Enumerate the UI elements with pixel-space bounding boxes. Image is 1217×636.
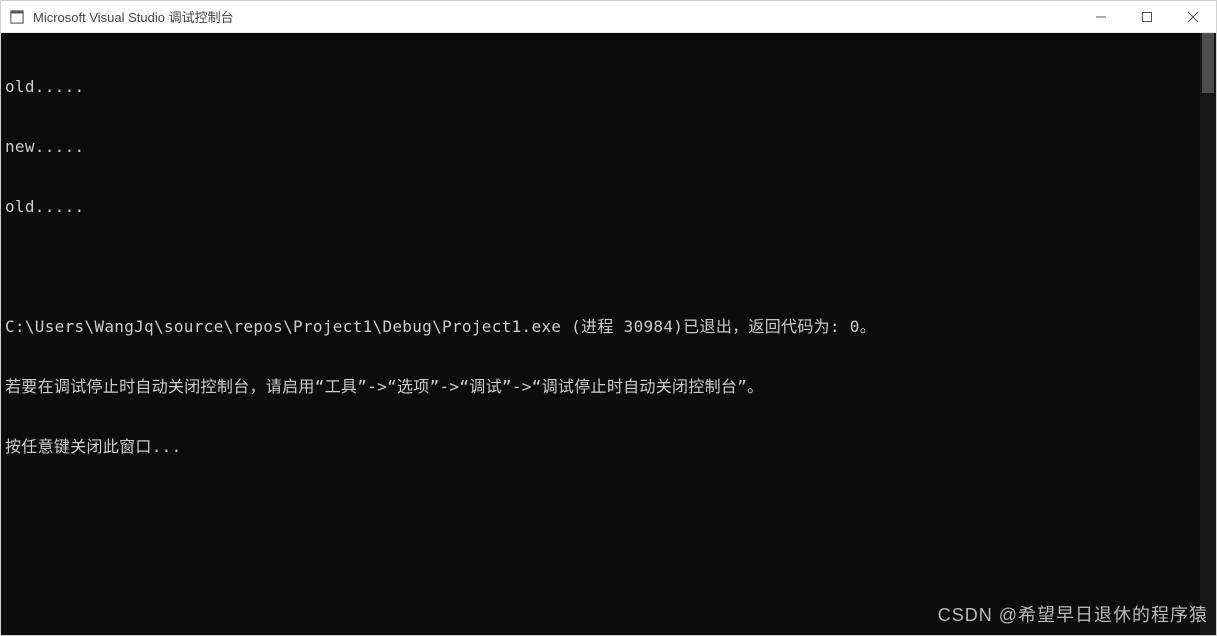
app-icon: [9, 9, 25, 25]
console-line: old.....: [5, 197, 1200, 217]
window-title: Microsoft Visual Studio 调试控制台: [33, 7, 1078, 26]
minimize-button[interactable]: [1078, 1, 1124, 32]
console-line: old.....: [5, 77, 1200, 97]
console-line: [5, 257, 1200, 277]
maximize-button[interactable]: [1124, 1, 1170, 32]
watermark: CSDN @希望早日退休的程序猿: [938, 601, 1208, 627]
window-controls: [1078, 1, 1216, 32]
scrollbar-thumb[interactable]: [1202, 33, 1214, 93]
console-line: 若要在调试停止时自动关闭控制台，请启用“工具”->“选项”->“调试”->“调试…: [5, 377, 1200, 397]
close-button[interactable]: [1170, 1, 1216, 32]
application-window: Microsoft Visual Studio 调试控制台 old: [0, 0, 1217, 636]
console-area[interactable]: old..... new..... old..... C:\Users\Wang…: [1, 33, 1216, 635]
console-output: old..... new..... old..... C:\Users\Wang…: [1, 33, 1200, 635]
scrollbar-track[interactable]: [1200, 33, 1216, 635]
console-line: new.....: [5, 137, 1200, 157]
console-line: C:\Users\WangJq\source\repos\Project1\De…: [5, 317, 1200, 337]
titlebar[interactable]: Microsoft Visual Studio 调试控制台: [1, 1, 1216, 33]
console-line: 按任意键关闭此窗口...: [5, 437, 1200, 457]
